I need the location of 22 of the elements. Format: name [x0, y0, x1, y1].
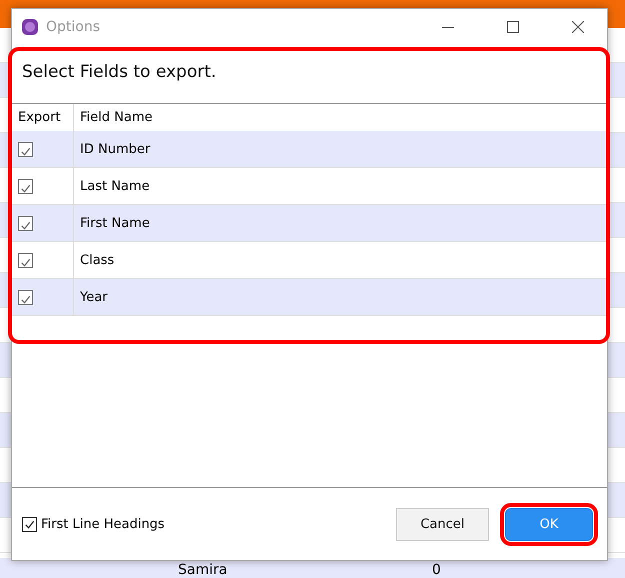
checkbox[interactable]	[18, 290, 33, 304]
window-title: Options	[46, 19, 102, 35]
field-name: Last Name	[80, 178, 150, 194]
field-name: ID Number	[80, 142, 150, 156]
checkbox[interactable]	[18, 216, 33, 230]
table-cell: 0	[432, 562, 441, 578]
close-icon[interactable]	[572, 21, 584, 33]
maximize-icon[interactable]	[507, 21, 519, 33]
instruction-heading: Select Fields to export.	[21, 61, 218, 84]
checkbox[interactable]	[18, 178, 33, 194]
app-logo-icon	[21, 18, 39, 36]
checkbox[interactable]	[18, 142, 33, 156]
table-cell-text: Samira	[178, 562, 228, 578]
checkbox[interactable]	[18, 252, 33, 268]
checkbox-label[interactable]: First Line Headings	[41, 516, 165, 532]
field-name: Year	[80, 290, 108, 304]
checkbox[interactable]	[22, 516, 37, 532]
column-header: Export	[18, 110, 61, 125]
column-header: Field Name	[80, 110, 152, 125]
field-name: Class	[80, 252, 114, 268]
field-name: First Name	[80, 216, 150, 230]
cancel-button[interactable]: Cancel	[396, 508, 489, 540]
